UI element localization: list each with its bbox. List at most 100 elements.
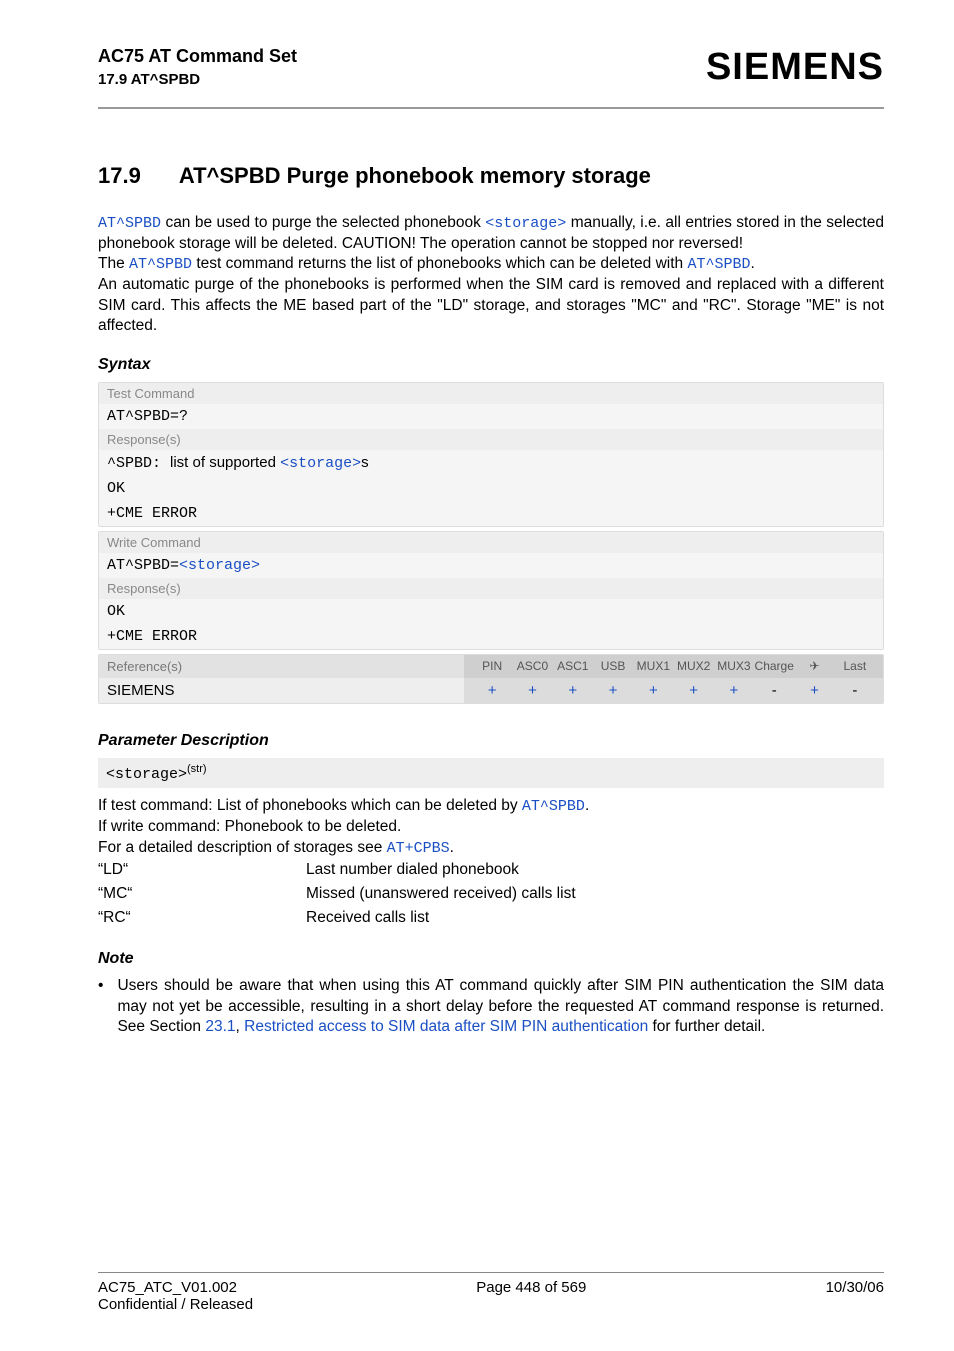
col-charge: Charge [754, 659, 794, 674]
param-desc-text: . [585, 797, 589, 814]
param-values-table: “LD“ Last number dialed phonebook “MC“ M… [98, 858, 884, 930]
response-line: ^SPBD: list of supported <storage>s [99, 450, 883, 476]
col-mux2: MUX2 [673, 659, 713, 674]
cmd-link-spbd[interactable]: AT^SPBD [129, 256, 192, 273]
col-asc0: ASC0 [512, 659, 552, 674]
note-sep: , [236, 1018, 245, 1035]
resp-suffix: s [361, 454, 369, 471]
val-airplane: + [794, 682, 834, 699]
param-value: Last number dialed phonebook [306, 858, 884, 882]
param-key: “RC“ [98, 906, 306, 930]
param-name: <storage> [106, 766, 187, 783]
param-description: If test command: List of phonebooks whic… [98, 796, 884, 858]
note-item: • Users should be aware that when using … [98, 976, 884, 1037]
response-cme: +CME ERROR [99, 624, 883, 649]
write-cmd-prefix: AT^SPBD= [107, 557, 179, 574]
col-pin: PIN [472, 659, 512, 674]
response-cme: +CME ERROR [99, 501, 883, 526]
reference-header-row: Reference(s) PIN ASC0 ASC1 USB MUX1 MUX2… [99, 655, 883, 678]
doc-subtitle: 17.9 AT^SPBD [98, 71, 297, 88]
response-ok: OK [99, 476, 883, 501]
param-link-storage[interactable]: <storage> [179, 557, 260, 574]
test-label: Test Command [99, 383, 883, 404]
footer-rule [98, 1272, 884, 1273]
footer-version: AC75_ATC_V01.002 [98, 1279, 237, 1296]
section-ref-number[interactable]: 23.1 [205, 1018, 235, 1035]
test-command-block: Test Command AT^SPBD=? Response(s) ^SPBD… [98, 382, 884, 527]
note-heading: Note [98, 950, 884, 968]
resp-text: list of supported [170, 454, 280, 471]
param-link-storage[interactable]: <storage> [485, 215, 566, 232]
param-key: “LD“ [98, 858, 306, 882]
response-label: Response(s) [99, 429, 883, 450]
footer-row: AC75_ATC_V01.002 Page 448 of 569 10/30/0… [98, 1279, 884, 1296]
page-footer: AC75_ATC_V01.002 Page 448 of 569 10/30/0… [98, 1272, 884, 1313]
col-usb: USB [593, 659, 633, 674]
val-asc0: + [512, 682, 552, 699]
footer-confidential: Confidential / Released [98, 1296, 884, 1313]
doc-title: AC75 AT Command Set [98, 46, 297, 67]
intro-text: . [750, 255, 754, 272]
val-asc1: + [553, 682, 593, 699]
val-mux3: + [714, 682, 754, 699]
col-asc1: ASC1 [553, 659, 593, 674]
write-label: Write Command [99, 532, 883, 553]
header-left: AC75 AT Command Set 17.9 AT^SPBD [98, 46, 297, 88]
cmd-link-spbd[interactable]: AT^SPBD [98, 215, 161, 232]
syntax-heading: Syntax [98, 356, 884, 374]
param-name-box: <storage>(str) [98, 758, 884, 788]
intro-text: test command returns the list of phonebo… [192, 255, 687, 272]
param-value: Missed (unanswered received) calls list [306, 882, 884, 906]
val-last: - [835, 682, 875, 699]
note-tail: for further detail. [648, 1018, 765, 1035]
reference-block: Reference(s) PIN ASC0 ASC1 USB MUX1 MUX2… [98, 654, 884, 704]
page-header: AC75 AT Command Set 17.9 AT^SPBD SIEMENS [98, 46, 884, 89]
col-airplane-icon: ✈ [794, 659, 834, 674]
footer-page: Page 448 of 569 [476, 1279, 586, 1296]
cmd-link-cpbs[interactable]: AT+CPBS [387, 840, 450, 857]
cmd-link-spbd[interactable]: AT^SPBD [687, 256, 750, 273]
param-heading: Parameter Description [98, 732, 884, 750]
response-label: Response(s) [99, 578, 883, 599]
param-desc-text: For a detailed description of storages s… [98, 839, 387, 856]
param-key: “MC“ [98, 882, 306, 906]
val-pin: + [472, 682, 512, 699]
intro-paragraph: AT^SPBD can be used to purge the selecte… [98, 213, 884, 336]
reference-data-row: SIEMENS + + + + + + + - + - [99, 678, 883, 703]
param-desc-text: If write command: Phonebook to be delete… [98, 818, 401, 835]
reference-vendor: SIEMENS [99, 678, 464, 703]
cmd-link-spbd[interactable]: AT^SPBD [522, 798, 585, 815]
param-link-storage[interactable]: <storage> [280, 455, 361, 472]
response-ok: OK [99, 599, 883, 624]
val-charge: - [754, 682, 794, 699]
write-command-block: Write Command AT^SPBD=<storage> Response… [98, 531, 884, 650]
section-number: 17.9 [98, 163, 141, 189]
footer-date: 10/30/06 [826, 1279, 884, 1296]
write-command: AT^SPBD=<storage> [99, 553, 883, 578]
section-ref-title[interactable]: Restricted access to SIM data after SIM … [244, 1018, 648, 1035]
reference-label: Reference(s) [99, 655, 464, 678]
col-mux3: MUX3 [714, 659, 754, 674]
val-mux1: + [633, 682, 673, 699]
bullet-icon: • [98, 976, 103, 1037]
reference-columns: PIN ASC0 ASC1 USB MUX1 MUX2 MUX3 Charge … [464, 655, 883, 678]
section-heading: AT^SPBD Purge phonebook memory storage [179, 163, 651, 189]
section-title: 17.9 AT^SPBD Purge phonebook memory stor… [98, 163, 884, 189]
val-mux2: + [673, 682, 713, 699]
param-value: Received calls list [306, 906, 884, 930]
table-row: “MC“ Missed (unanswered received) calls … [98, 882, 884, 906]
col-mux1: MUX1 [633, 659, 673, 674]
note-text: Users should be aware that when using th… [117, 976, 884, 1037]
val-usb: + [593, 682, 633, 699]
intro-text: The [98, 255, 129, 272]
reference-values: + + + + + + + - + - [464, 678, 883, 703]
note-list: • Users should be aware that when using … [98, 976, 884, 1037]
intro-text: can be used to purge the selected phoneb… [161, 214, 485, 231]
intro-text: An automatic purge of the phonebooks is … [98, 276, 884, 334]
header-rule [98, 107, 884, 109]
resp-prefix: ^SPBD: [107, 455, 170, 472]
table-row: “RC“ Received calls list [98, 906, 884, 930]
param-desc-text: If test command: List of phonebooks whic… [98, 797, 522, 814]
test-command: AT^SPBD=? [99, 404, 883, 429]
col-last: Last [835, 659, 875, 674]
